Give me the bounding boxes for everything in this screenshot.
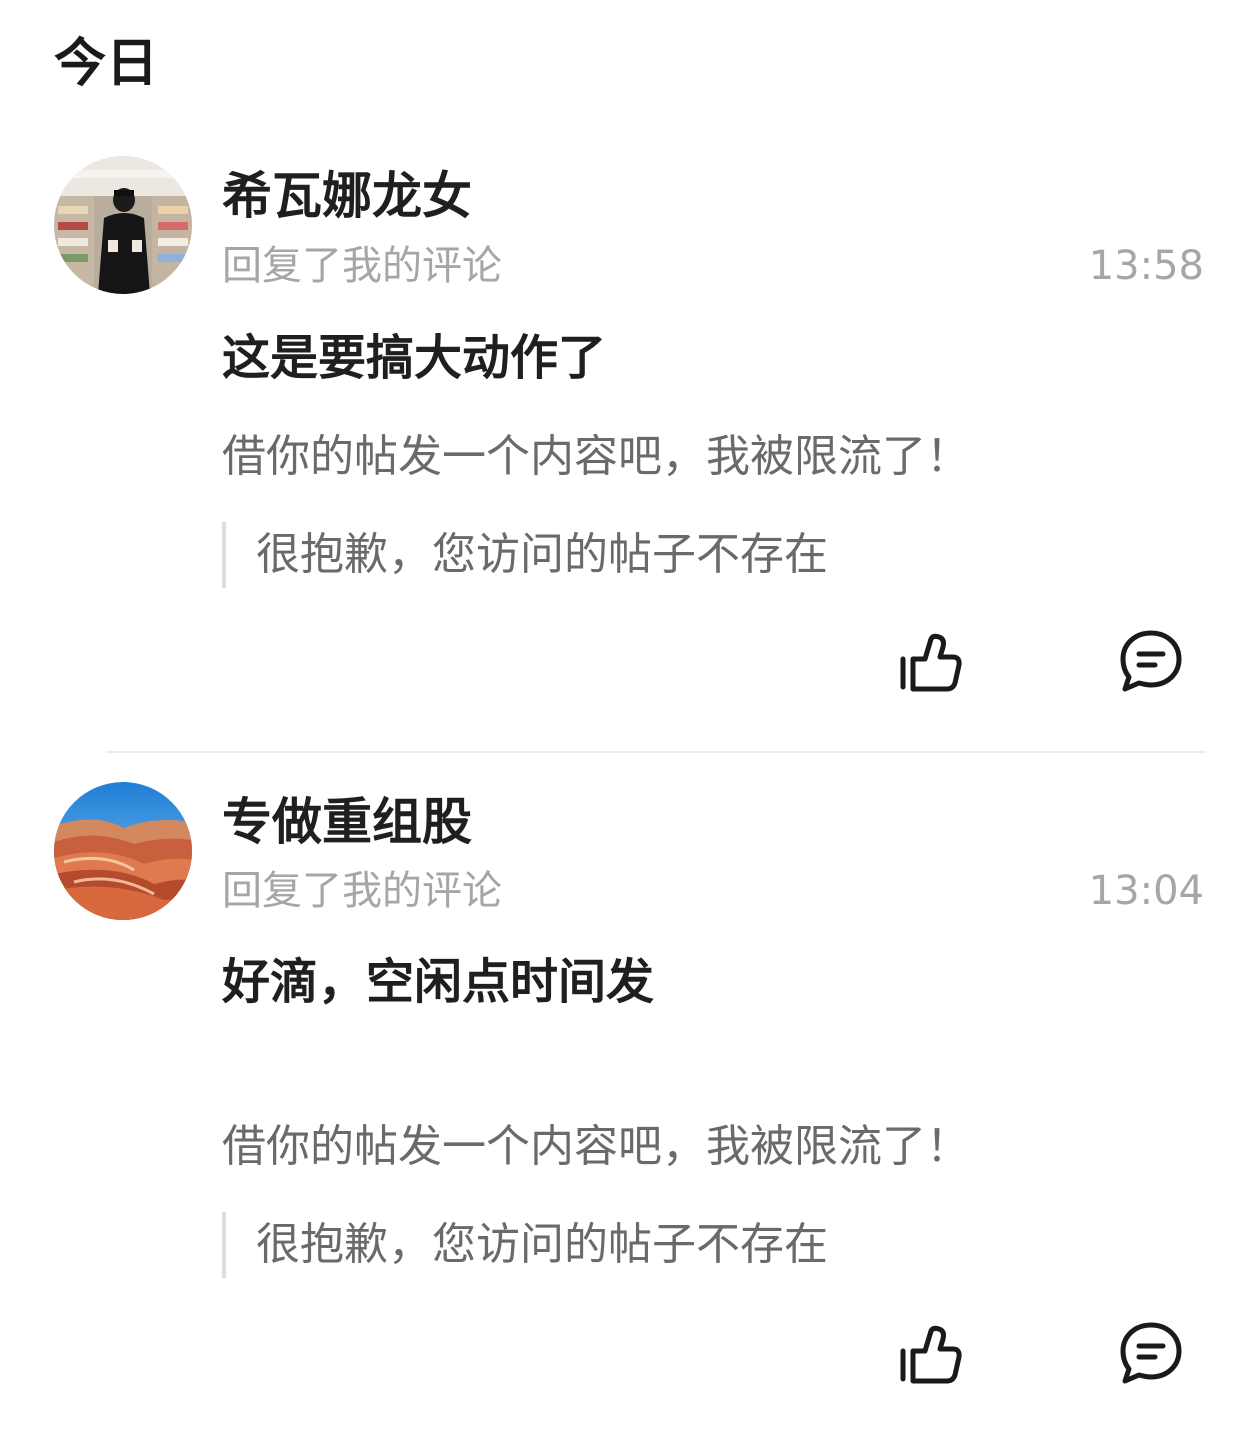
- comment-bubble-icon: [1120, 1322, 1182, 1384]
- action-text: 回复了我的评论: [222, 243, 502, 289]
- username[interactable]: 专做重组股: [222, 790, 472, 854]
- action-text: 回复了我的评论: [222, 868, 502, 914]
- reply-content[interactable]: 好滴，空闲点时间发: [222, 950, 654, 1014]
- reply-button[interactable]: [1116, 1318, 1186, 1388]
- quoted-post[interactable]: 很抱歉，您访问的帖子不存在: [222, 1212, 828, 1278]
- my-comment[interactable]: 借你的帖发一个内容吧，我被限流了！: [222, 428, 970, 486]
- reply-button[interactable]: [1116, 626, 1186, 696]
- like-button[interactable]: [896, 1320, 966, 1390]
- avatar[interactable]: [54, 782, 192, 920]
- like-button[interactable]: [896, 628, 966, 698]
- avatar-photo: [54, 156, 192, 294]
- section-title: 今日: [54, 34, 159, 94]
- comment-bubble-icon: [1120, 630, 1182, 692]
- timestamp: 13:04: [1088, 868, 1204, 914]
- my-comment[interactable]: 借你的帖发一个内容吧，我被限流了！: [222, 1118, 970, 1176]
- divider: [106, 751, 1206, 753]
- timestamp: 13:58: [1088, 243, 1204, 289]
- avatar-photo: [54, 782, 192, 920]
- thumbs-up-icon: [900, 1325, 962, 1384]
- quoted-post[interactable]: 很抱歉，您访问的帖子不存在: [222, 522, 828, 588]
- thumbs-up-icon: [900, 633, 962, 692]
- username[interactable]: 希瓦娜龙女: [222, 164, 472, 228]
- avatar[interactable]: [54, 156, 192, 294]
- reply-content[interactable]: 这是要搞大动作了: [222, 326, 606, 390]
